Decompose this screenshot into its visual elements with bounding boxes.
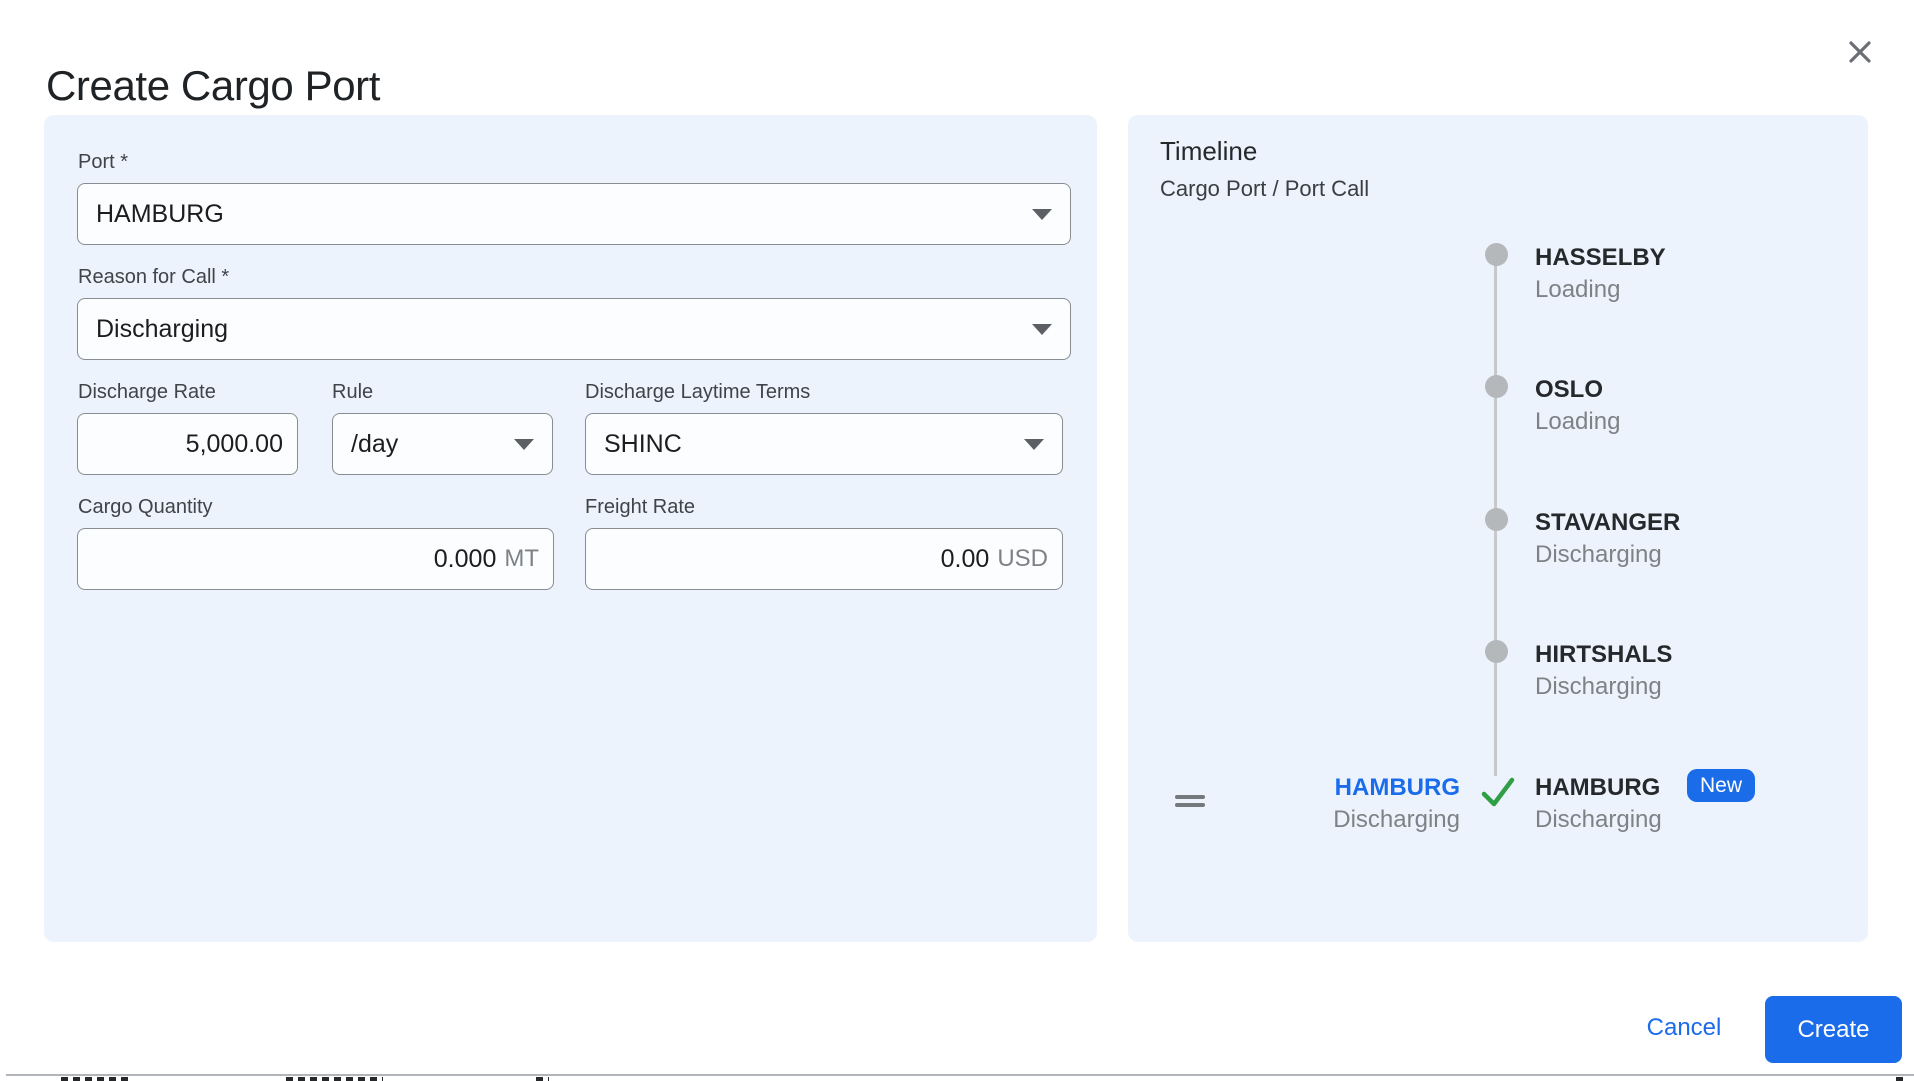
background-page-fragment: [286, 1077, 383, 1081]
cargo-port-link-status: Discharging: [1333, 806, 1460, 833]
timeline-subtitle: Cargo Port / Port Call: [1160, 176, 1370, 201]
cargo-quantity-value: 0.000: [433, 544, 497, 573]
cancel-button[interactable]: Cancel: [1634, 1008, 1734, 1048]
cargo-quantity-label: Cargo Quantity: [78, 496, 213, 518]
timeline-item: HASSELBY Loading: [1535, 243, 1666, 305]
discharge-rate-value: 5,000.00: [185, 429, 283, 458]
drag-handle-icon[interactable]: [1175, 795, 1205, 807]
timeline-dot: [1485, 243, 1508, 266]
discharge-laytime-terms-select[interactable]: SHINC: [585, 413, 1063, 475]
page-title: Create Cargo Port: [46, 62, 381, 110]
timeline-title: Timeline: [1160, 136, 1258, 166]
timeline-item-status: Loading: [1535, 276, 1621, 303]
timeline-dot: [1485, 375, 1508, 398]
close-x-glyph: [1849, 41, 1871, 63]
timeline-panel: Timeline Cargo Port / Port Call HASSELBY…: [1128, 115, 1868, 942]
port-label: Port *: [78, 151, 129, 173]
new-badge: New: [1687, 769, 1756, 802]
timeline-item-status: Loading: [1535, 408, 1621, 435]
timeline-dot: [1485, 640, 1508, 663]
freight-rate-value: 0.00: [940, 544, 990, 573]
reason-for-call-label: Reason for Call *: [78, 266, 230, 288]
background-page-divider: [6, 1074, 1914, 1076]
timeline-item-port: STAVANGER: [1535, 509, 1681, 536]
reason-for-call-value: Discharging: [96, 314, 229, 343]
timeline-new-port-call: HAMBURG Discharging: [1535, 773, 1662, 835]
freight-rate-unit: USD: [997, 545, 1048, 572]
background-page-fragment: [1896, 1077, 1908, 1081]
background-page-fragment: [61, 1077, 131, 1081]
discharge-rate-label: Discharge Rate: [78, 381, 216, 403]
chevron-down-icon: [1032, 209, 1052, 220]
cargo-quantity-input[interactable]: 0.000 MT: [77, 528, 554, 590]
rule-value: /day: [351, 429, 399, 458]
timeline-item-port: HIRTSHALS: [1535, 641, 1673, 668]
create-button[interactable]: Create: [1765, 996, 1902, 1063]
port-value: HAMBURG: [96, 199, 224, 228]
cargo-quantity-unit: MT: [504, 545, 539, 572]
rule-label: Rule: [332, 381, 374, 403]
chevron-down-icon: [1024, 439, 1044, 450]
timeline-item-status: Discharging: [1535, 673, 1662, 700]
check-icon: [1480, 775, 1516, 809]
create-cargo-port-dialog: { "colors": { "accent_blue": "#1a6ceb", …: [0, 0, 1914, 1081]
close-icon[interactable]: [1839, 31, 1881, 73]
timeline-dot: [1485, 508, 1508, 531]
timeline-item: HIRTSHALS Discharging: [1535, 640, 1672, 702]
timeline-item: OSLO Loading: [1535, 375, 1620, 437]
freight-rate-input[interactable]: 0.00 USD: [585, 528, 1063, 590]
timeline-item-port: HAMBURG: [1535, 774, 1661, 801]
timeline-item: STAVANGER Discharging: [1535, 508, 1680, 570]
timeline-item-status: Discharging: [1535, 541, 1662, 568]
cargo-port-form-panel: Port * HAMBURG Reason for Call * Dischar…: [44, 115, 1097, 942]
chevron-down-icon: [1032, 324, 1052, 335]
timeline-new-cargo-port: HAMBURG Discharging: [1280, 773, 1460, 835]
discharge-laytime-terms-value: SHINC: [604, 429, 682, 458]
freight-rate-label: Freight Rate: [585, 496, 696, 518]
cargo-port-link[interactable]: HAMBURG: [1280, 773, 1460, 803]
discharge-laytime-terms-label: Discharge Laytime Terms: [585, 381, 811, 403]
discharge-rate-input[interactable]: 5,000.00: [77, 413, 298, 475]
timeline-item-port: HASSELBY: [1535, 244, 1666, 271]
background-page-fragment: [536, 1077, 549, 1081]
timeline-item-status: Discharging: [1535, 806, 1662, 833]
reason-for-call-select[interactable]: Discharging: [77, 298, 1071, 360]
rule-select[interactable]: /day: [332, 413, 553, 475]
timeline-item-port: OSLO: [1535, 376, 1604, 403]
chevron-down-icon: [514, 439, 534, 450]
port-select[interactable]: HAMBURG: [77, 183, 1071, 245]
